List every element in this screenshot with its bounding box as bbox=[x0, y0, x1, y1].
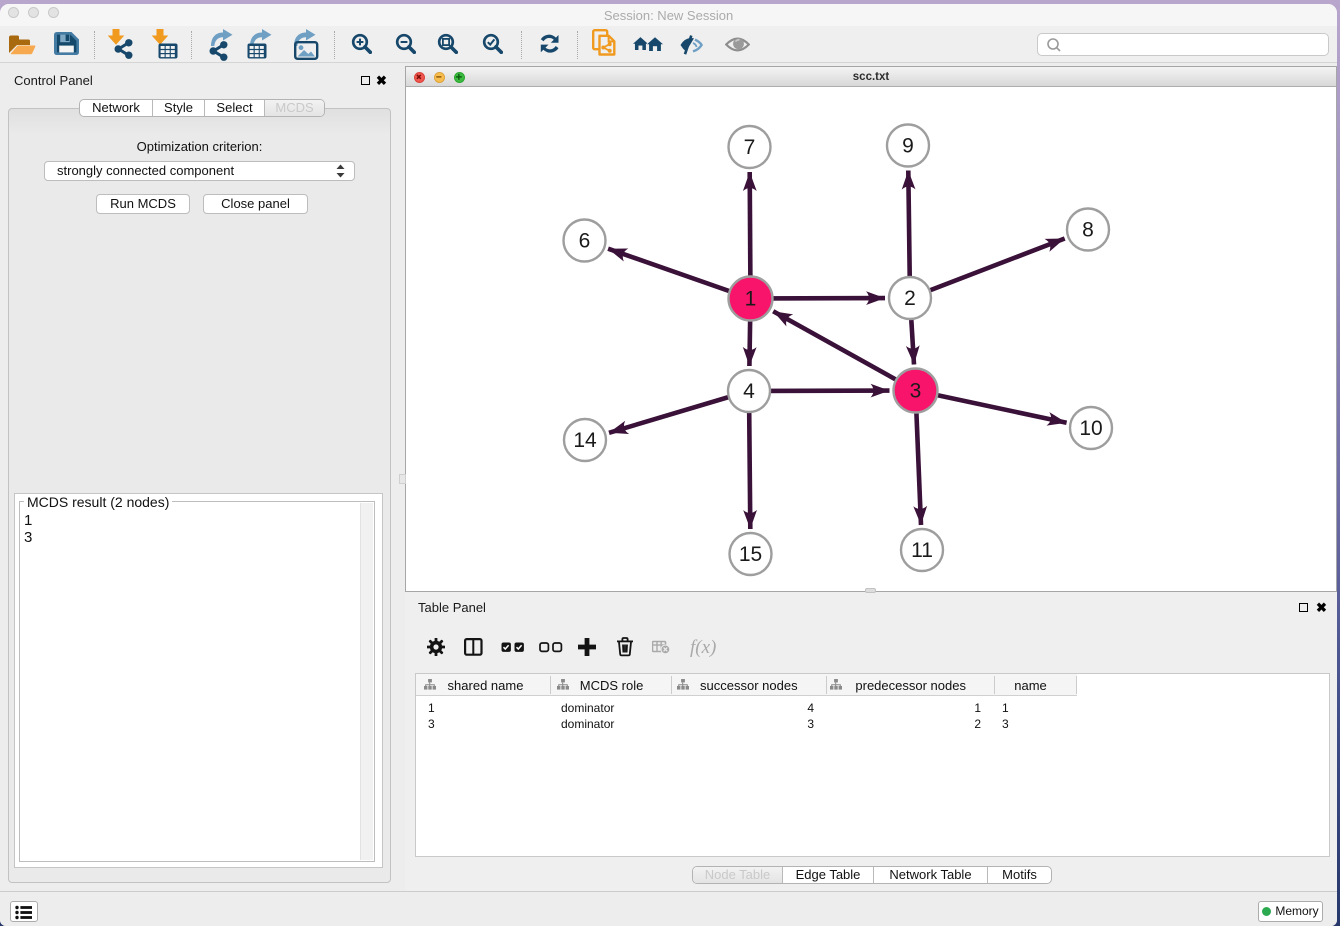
svg-text:2: 2 bbox=[904, 287, 916, 310]
svg-text:14: 14 bbox=[573, 429, 597, 452]
svg-text:10: 10 bbox=[1079, 417, 1102, 440]
svg-text:15: 15 bbox=[739, 543, 762, 566]
svg-text:1: 1 bbox=[745, 288, 757, 311]
svg-text:4: 4 bbox=[743, 380, 755, 403]
svg-text:7: 7 bbox=[744, 136, 756, 159]
svg-text:3: 3 bbox=[910, 380, 922, 403]
svg-text:9: 9 bbox=[902, 135, 914, 158]
svg-text:8: 8 bbox=[1082, 219, 1094, 242]
svg-text:6: 6 bbox=[579, 230, 591, 253]
svg-text:11: 11 bbox=[911, 539, 933, 562]
